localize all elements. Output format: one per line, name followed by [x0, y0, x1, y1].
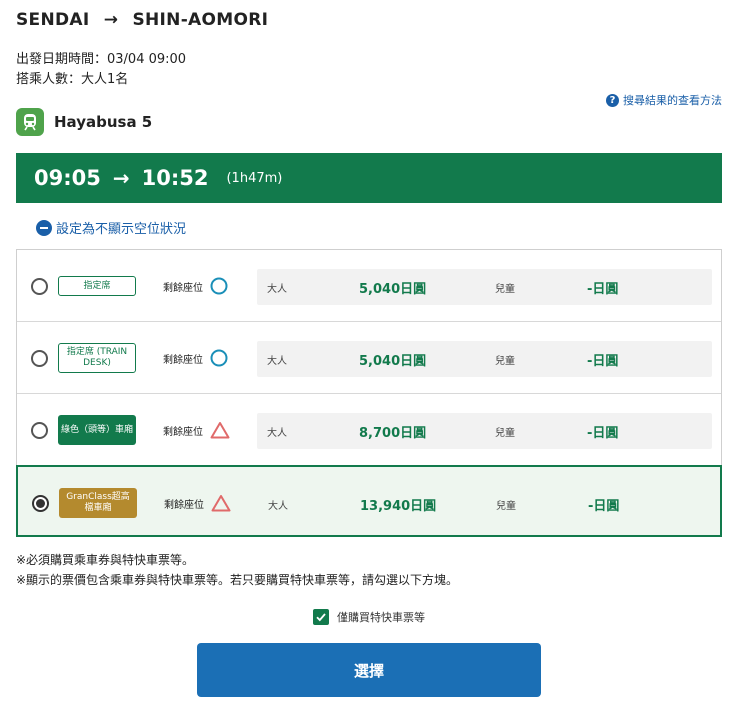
available-circle-icon	[210, 277, 228, 299]
arrive-time: 10:52	[141, 166, 209, 190]
price-box: 大人 8,700日圓 兒童 -日圓	[257, 413, 712, 449]
adult-price: 8,700日圓	[359, 426, 427, 441]
route-to: SHIN-AOMORI	[132, 10, 269, 30]
seat-row-reserved[interactable]: 指定席 剩餘座位 大人 5,040日圓 兒童 -日圓	[17, 250, 721, 322]
child-price: -日圓	[588, 499, 620, 514]
child-price: -日圓	[587, 426, 619, 441]
price-box: 大人 5,040日圓 兒童 -日圓	[257, 269, 712, 305]
adult-label: 大人	[267, 284, 287, 295]
few-seats-triangle-icon	[211, 494, 231, 516]
seat-class-badge: 綠色（頭等）車廂	[58, 415, 136, 445]
radio-button[interactable]	[31, 350, 48, 367]
train-header: Hayabusa 5	[16, 108, 152, 136]
available-circle-icon	[210, 349, 228, 371]
seat-class-badge: GranClass超高檔車廂	[59, 488, 137, 518]
time-bar: 09:05 → 10:52 (1h47m)	[16, 153, 722, 203]
child-price: -日圓	[587, 282, 619, 297]
adult-label: 大人	[267, 428, 287, 439]
seat-row-granclass[interactable]: GranClass超高檔車廂 剩餘座位 大人 13,940日圓 兒童 -日圓	[16, 465, 722, 537]
note-ticket-required: ※必須購買乘車券與特快車票等。	[16, 553, 195, 567]
child-label: 兒童	[495, 284, 515, 295]
adult-label: 大人	[267, 356, 287, 367]
seat-availability-label: 剩餘座位	[163, 355, 203, 366]
seat-row-green-car[interactable]: 綠色（頭等）車廂 剩餘座位 大人 8,700日圓 兒童 -日圓	[17, 394, 721, 466]
checkmark-icon[interactable]	[313, 609, 329, 625]
seat-class-badge: 指定席 (TRAIN DESK)	[58, 343, 136, 373]
toggle-label: 設定為不顯示空位狀況	[56, 222, 187, 237]
route-title: SENDAI → SHIN-AOMORI	[16, 10, 268, 30]
child-label: 兒童	[496, 501, 516, 512]
seat-availability-label: 剩餘座位	[164, 500, 204, 511]
minus-circle-icon	[36, 219, 52, 236]
note-fare-included: ※顯示的票價包含乘車券與特快車票等。若只要購買特快車票等，請勾選以下方塊。	[16, 573, 459, 587]
depart-time: 09:05	[34, 166, 101, 190]
child-label: 兒童	[495, 428, 515, 439]
seat-class-badge: 指定席	[58, 276, 136, 296]
route-arrow: →	[103, 10, 119, 30]
adult-price: 5,040日圓	[359, 354, 427, 369]
time-arrow: →	[112, 166, 130, 190]
child-label: 兒童	[495, 356, 515, 367]
train-icon	[16, 108, 44, 136]
hide-availability-toggle[interactable]: 設定為不顯示空位狀況	[36, 218, 186, 237]
duration: (1h47m)	[226, 170, 283, 186]
adult-price: 13,940日圓	[360, 499, 437, 514]
passenger-info: 搭乘人數：大人1名	[16, 72, 129, 87]
price-box: 大人 13,940日圓 兒童 -日圓	[258, 486, 713, 522]
price-box: 大人 5,040日圓 兒童 -日圓	[257, 341, 712, 377]
express-only-label: 僅購買特快車票等	[337, 611, 425, 624]
radio-button[interactable]	[31, 422, 48, 439]
child-price: -日圓	[587, 354, 619, 369]
seat-availability-label: 剩餘座位	[163, 283, 203, 294]
express-only-checkbox[interactable]: 僅購買特快車票等	[313, 609, 425, 625]
seat-row-train-desk[interactable]: 指定席 (TRAIN DESK) 剩餘座位 大人 5,040日圓 兒童 -日圓	[17, 322, 721, 394]
seat-class-table: 指定席 剩餘座位 大人 5,040日圓 兒童 -日圓 指定席 (TRAIN DE…	[16, 249, 722, 537]
departure-info: 出發日期時間：03/04 09:00	[16, 52, 187, 67]
help-label: 搜尋結果的查看方法	[623, 94, 722, 107]
question-circle-icon: ?	[606, 93, 619, 107]
route-from: SENDAI	[16, 10, 90, 30]
adult-label: 大人	[268, 501, 288, 512]
adult-price: 5,040日圓	[359, 282, 427, 297]
train-name: Hayabusa 5	[54, 113, 153, 131]
few-seats-triangle-icon	[210, 421, 230, 443]
select-button[interactable]: 選擇	[197, 643, 541, 697]
help-link[interactable]: ? 搜尋結果的查看方法	[606, 92, 722, 108]
radio-button[interactable]	[31, 278, 48, 295]
radio-button-selected[interactable]	[32, 495, 49, 512]
seat-availability-label: 剩餘座位	[163, 427, 203, 438]
